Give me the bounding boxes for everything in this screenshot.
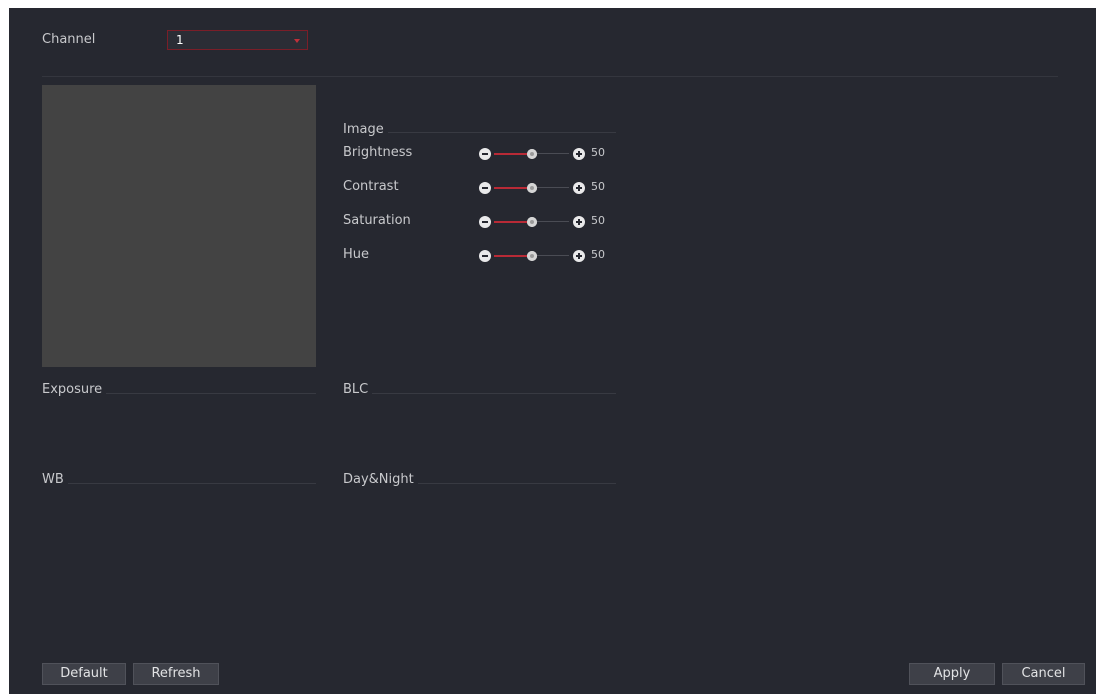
- channel-label: Channel: [42, 32, 96, 47]
- saturation-value: 50: [591, 214, 605, 227]
- contrast-increase-icon[interactable]: [573, 182, 585, 194]
- brightness-slider-row: Brightness 50: [343, 145, 643, 163]
- saturation-slider-handle[interactable]: [526, 217, 537, 227]
- brightness-slider[interactable]: [494, 149, 569, 159]
- image-settings-panel: Channel 1 Image Brightness 50 Contrast 5…: [9, 8, 1096, 694]
- hue-slider[interactable]: [494, 251, 569, 261]
- hue-value: 50: [591, 248, 605, 261]
- hue-slider-handle[interactable]: [526, 251, 537, 261]
- wb-section-title: WB: [42, 472, 68, 487]
- hue-label: Hue: [343, 247, 370, 262]
- divider: [42, 76, 1058, 77]
- refresh-button[interactable]: Refresh: [133, 663, 219, 685]
- hue-increase-icon[interactable]: [573, 250, 585, 262]
- contrast-slider-fill: [494, 186, 532, 189]
- hue-slider-row: Hue 50: [343, 247, 643, 265]
- wb-section-line: [42, 483, 316, 484]
- contrast-slider-handle[interactable]: [526, 183, 537, 193]
- video-preview: [42, 85, 316, 367]
- day-night-section-title: Day&Night: [343, 472, 418, 487]
- saturation-slider[interactable]: [494, 217, 569, 227]
- brightness-slider-fill: [494, 152, 532, 155]
- saturation-slider-fill: [494, 220, 532, 223]
- channel-select[interactable]: 1: [167, 30, 308, 50]
- brightness-decrease-icon[interactable]: [479, 148, 491, 160]
- contrast-slider[interactable]: [494, 183, 569, 193]
- dropdown-arrow-icon: [294, 39, 300, 43]
- cancel-button[interactable]: Cancel: [1002, 663, 1085, 685]
- exposure-section-title: Exposure: [42, 382, 107, 397]
- saturation-decrease-icon[interactable]: [479, 216, 491, 228]
- hue-slider-fill: [494, 254, 532, 257]
- brightness-slider-handle[interactable]: [526, 149, 537, 159]
- image-section-title: Image: [343, 122, 388, 137]
- contrast-value: 50: [591, 180, 605, 193]
- contrast-decrease-icon[interactable]: [479, 182, 491, 194]
- contrast-slider-row: Contrast 50: [343, 179, 643, 197]
- channel-value: 1: [176, 33, 184, 47]
- saturation-increase-icon[interactable]: [573, 216, 585, 228]
- blc-section-title: BLC: [343, 382, 373, 397]
- brightness-value: 50: [591, 146, 605, 159]
- apply-button[interactable]: Apply: [909, 663, 995, 685]
- saturation-label: Saturation: [343, 213, 411, 228]
- blc-section-line: [343, 393, 616, 394]
- hue-decrease-icon[interactable]: [479, 250, 491, 262]
- brightness-label: Brightness: [343, 145, 413, 160]
- default-button[interactable]: Default: [42, 663, 126, 685]
- saturation-slider-row: Saturation 50: [343, 213, 643, 231]
- contrast-label: Contrast: [343, 179, 399, 194]
- brightness-increase-icon[interactable]: [573, 148, 585, 160]
